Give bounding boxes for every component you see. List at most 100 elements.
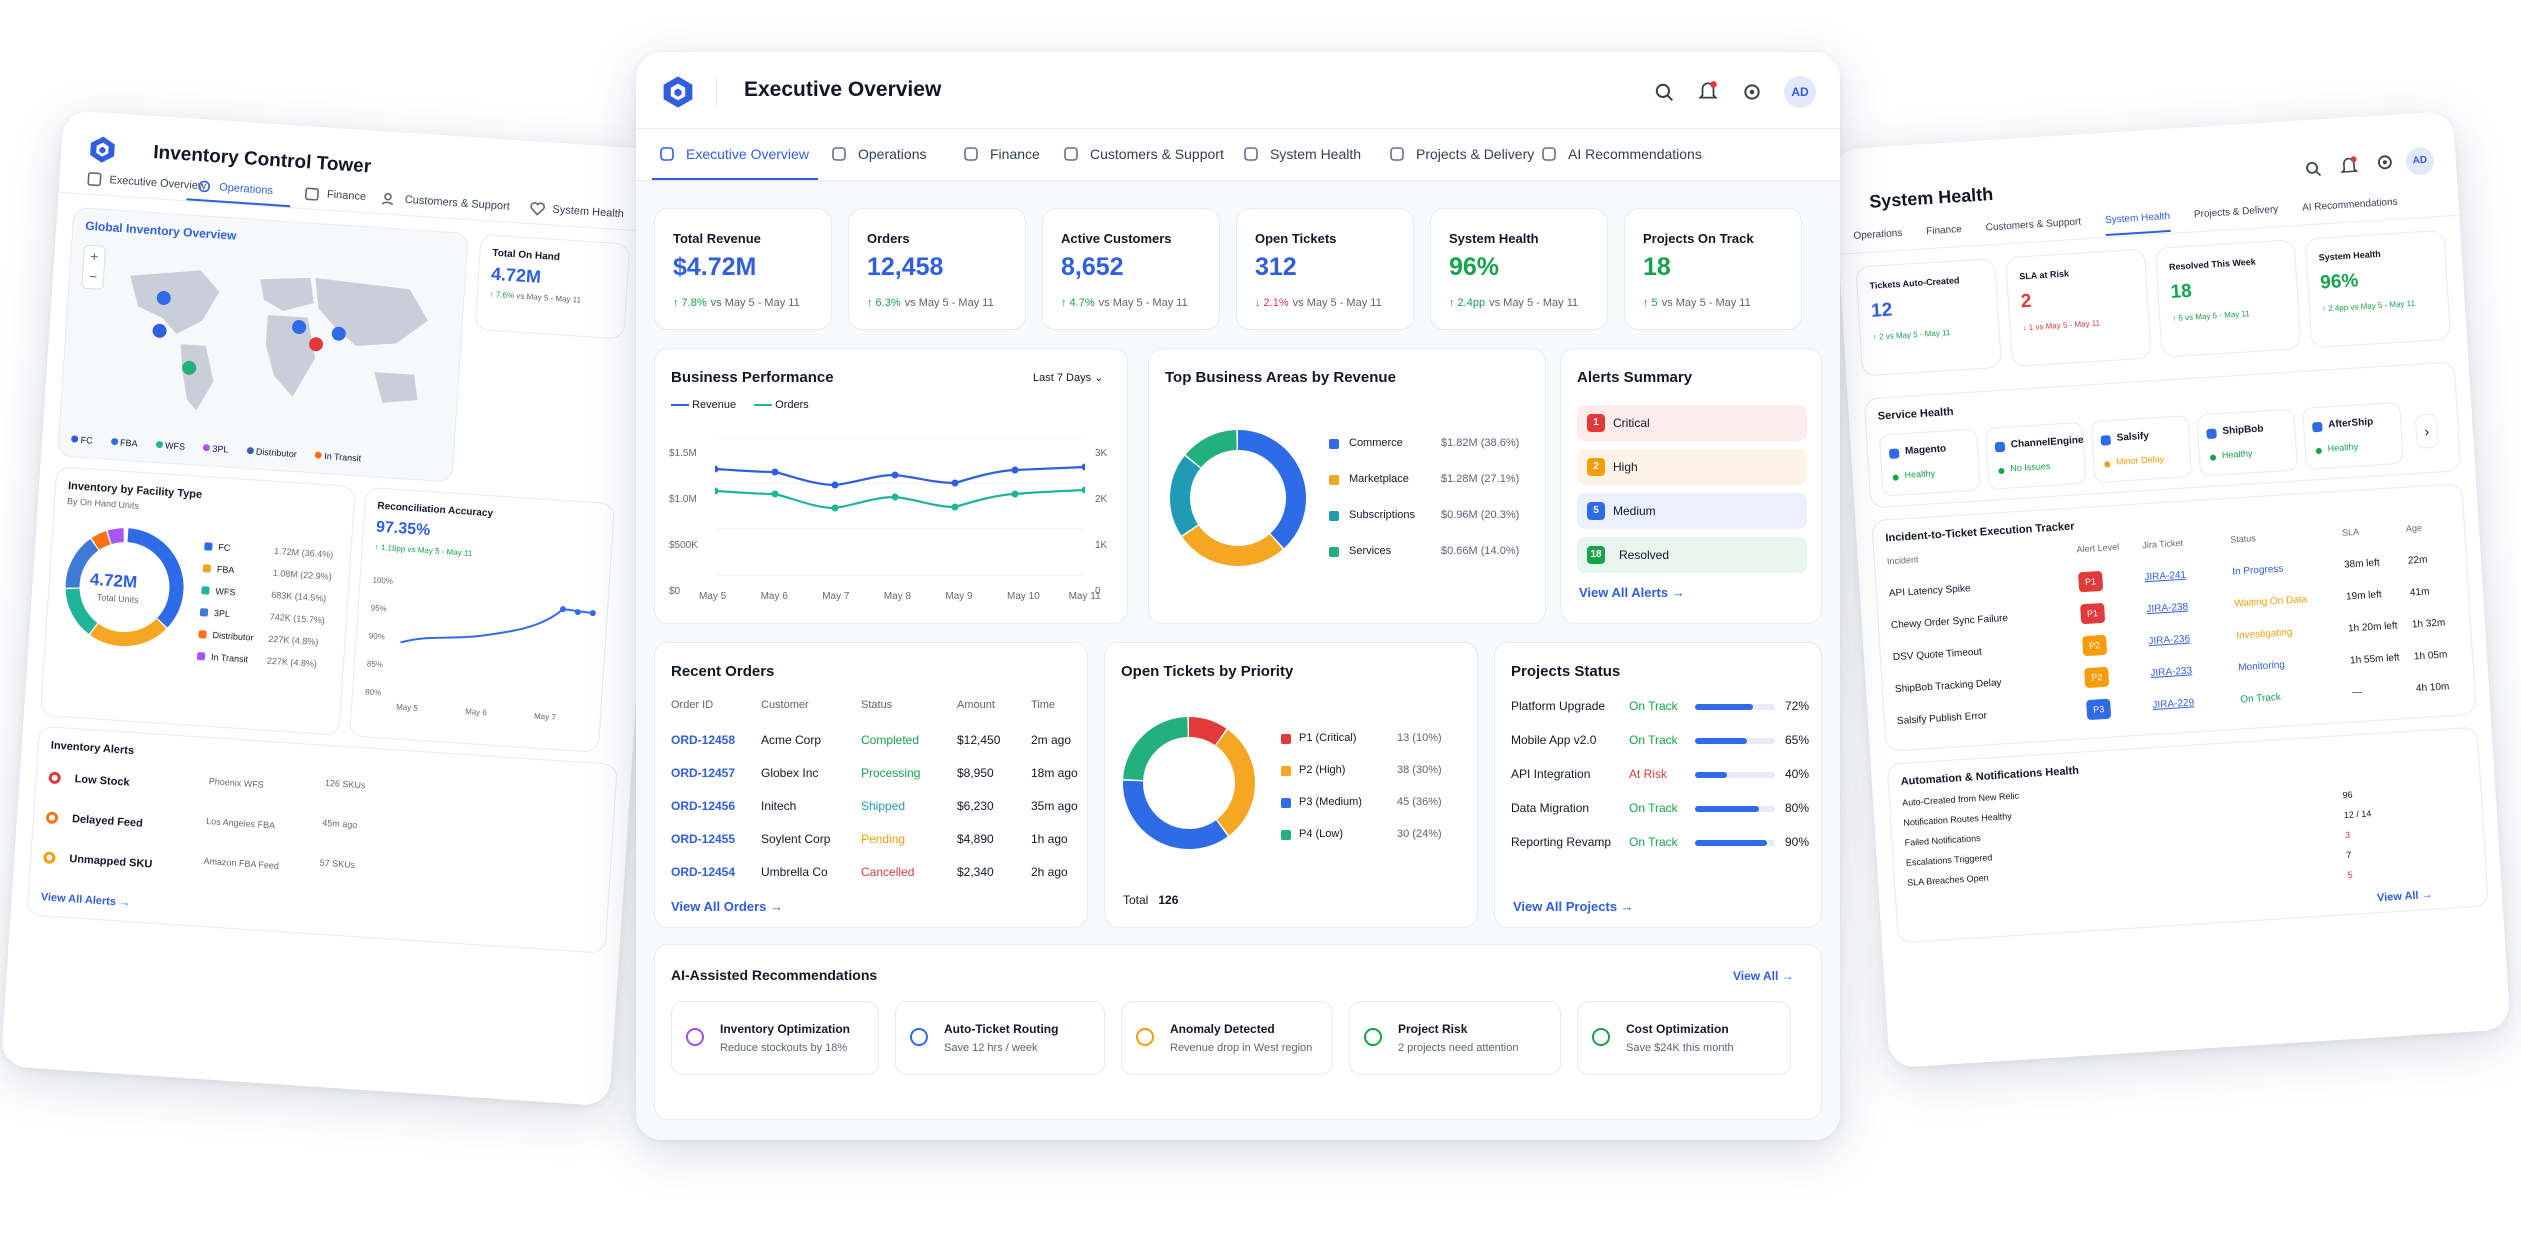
executive-window: Executive Overview AD Executive Overview…	[636, 52, 1840, 1140]
alerts-summary-card: Alerts Summary 1 Critical 2 High 5 Medium 18 Re…	[1560, 348, 1822, 624]
jira-link[interactable]: JIRA-238	[2146, 602, 2188, 616]
table-row[interactable]: ORD-12458 Acme Corp Completed $12,450 2m ago	[671, 733, 1075, 753]
jira-link[interactable]: JIRA-233	[2150, 665, 2192, 679]
view-all-alerts-link[interactable]: View All Alerts →	[1579, 585, 1685, 600]
facility-legend: FC 1.72M (36.4%) FBA 1.08M (22.9%) WFS 683K (…	[196, 541, 345, 669]
tab-ai-recommendations[interactable]: AI Recommendations	[1540, 145, 1702, 163]
alert-summary-row[interactable]: 5 Medium	[1577, 493, 1807, 529]
tab-executive-overview[interactable]: Executive Overview	[658, 145, 809, 163]
tab-finance[interactable]: Finance	[302, 184, 366, 206]
tab-customers-support[interactable]: Customers & Support	[1062, 145, 1224, 163]
areas-donut	[1170, 430, 1306, 566]
service-icon	[2206, 428, 2217, 440]
tab-operations[interactable]: Operations	[1853, 228, 1903, 252]
donut-slice-P1 (Critical)	[1188, 717, 1227, 746]
logo-icon	[660, 74, 696, 110]
project-row[interactable]: Mobile App v2.0 On Track 65%	[1511, 733, 1811, 753]
service-tile[interactable]: ShipBob Healthy	[2196, 408, 2299, 477]
gear-icon[interactable]	[2375, 153, 2394, 177]
donut-slice-In Transit	[107, 528, 125, 545]
donut-slice-P3 (Medium)	[1123, 780, 1228, 849]
service-tile[interactable]: Magento Healthy	[1878, 428, 1981, 497]
ai-recommendation[interactable]: Project Risk 2 projects need attention	[1349, 1001, 1561, 1075]
rec-icon	[1136, 1028, 1154, 1046]
avatar[interactable]: AD	[2405, 146, 2435, 176]
ai-recommendation[interactable]: Inventory Optimization Reduce stockouts b…	[671, 1001, 879, 1075]
service-tile[interactable]: ChannelEngine No Issues	[1984, 421, 2087, 490]
avatar[interactable]: AD	[1784, 76, 1816, 108]
projects-status-card: Projects Status Platform Upgrade On Track…	[1494, 642, 1822, 928]
ai-recommendation[interactable]: Auto-Ticket Routing Save 12 hrs / week	[895, 1001, 1105, 1075]
area-legend-row: Services $0.66M (14.0%)	[1329, 543, 1537, 563]
tab-system-health[interactable]: System Health	[1242, 145, 1361, 163]
order-link[interactable]: ORD-12458	[671, 733, 735, 747]
donut-slice-Commerce	[1237, 430, 1306, 549]
tab-operations[interactable]: Operations	[195, 177, 274, 200]
donut-slice-P4 (Low)	[1123, 717, 1189, 781]
main-tabs: Executive Overview Operations Finance Custo…	[636, 129, 1840, 181]
alert-summary-row[interactable]: 2 High	[1577, 449, 1807, 485]
service-tile[interactable]: Salsify Minor Delay	[2090, 415, 2193, 484]
order-link[interactable]: ORD-12455	[671, 832, 735, 846]
table-row[interactable]: ORD-12457 Globex Inc Processing $8,950 18m a…	[671, 766, 1078, 786]
jira-link[interactable]: JIRA-229	[2152, 697, 2194, 711]
view-all-alerts-link[interactable]: View All Alerts →	[40, 891, 130, 909]
on-hand-value: 4.72M	[490, 263, 542, 287]
project-row[interactable]: Data Migration On Track 80%	[1511, 801, 1811, 821]
alert-summary-row[interactable]: 18 Resolved	[1577, 537, 1807, 573]
order-link[interactable]: ORD-12454	[671, 865, 735, 879]
progress-bar	[1695, 704, 1775, 710]
project-row[interactable]: API Integration At Risk 40%	[1511, 767, 1811, 787]
view-all-recs-link[interactable]: View All →	[1733, 969, 1794, 983]
tab-finance[interactable]: Finance	[1926, 224, 1963, 247]
order-link[interactable]: ORD-12457	[671, 766, 735, 780]
project-row[interactable]: Platform Upgrade On Track 72%	[1511, 699, 1811, 719]
gear-icon[interactable]	[1742, 82, 1762, 107]
tab-executive-overview[interactable]: Executive Overview	[85, 170, 207, 196]
map-card: Global Inventory Overview + − FC FBA WFS…	[57, 206, 469, 483]
next-button[interactable]: ›	[2414, 413, 2439, 449]
alert-pin-icon	[48, 771, 62, 785]
right-kpis: Tickets Auto-Created 12 ↑ 2 vs May 5 - May…	[1855, 229, 2453, 387]
facility-row: WFS 683K (14.5%)	[201, 585, 341, 604]
gear-icon	[832, 147, 846, 161]
project-row[interactable]: Reporting Revamp On Track 90%	[1511, 835, 1811, 855]
search-icon[interactable]	[1654, 82, 1674, 107]
zoom-out-button[interactable]: −	[89, 268, 98, 285]
view-all-projects-link[interactable]: View All Projects →	[1513, 899, 1634, 914]
tab-finance[interactable]: Finance	[962, 145, 1040, 163]
ai-recommendation[interactable]: Anomaly Detected Revenue drop in West reg…	[1121, 1001, 1333, 1075]
tab-customers-support[interactable]: Customers & Support	[380, 189, 510, 216]
bell-icon[interactable]	[2339, 155, 2359, 181]
tab-projects-delivery[interactable]: Projects & Delivery	[1388, 145, 1534, 163]
view-all-orders-link[interactable]: View All Orders →	[671, 899, 783, 914]
donut-slice-FBA	[90, 618, 167, 647]
zoom-in-button[interactable]: +	[90, 248, 99, 265]
recon-yticks: 100% 95% 90% 85% 80%	[364, 575, 394, 698]
view-all-link[interactable]: View All →	[2377, 889, 2433, 904]
tab-system-health[interactable]: System Health	[2104, 210, 2171, 236]
table-row[interactable]: ORD-12454 Umbrella Co Cancelled $2,340 2h ag…	[671, 865, 1075, 885]
ticket-legend-row: P3 (Medium) 45 (36%)	[1281, 795, 1465, 815]
ai-recommendation[interactable]: Cost Optimization Save $24K this month	[1577, 1001, 1791, 1075]
table-row[interactable]: ORD-12455 Soylent Corp Pending $4,890 1h ago	[671, 832, 1075, 852]
service-icon	[2100, 435, 2112, 446]
jira-link[interactable]: JIRA-236	[2148, 633, 2190, 647]
logo-icon	[86, 134, 118, 166]
top-areas-card: Top Business Areas by Revenue Commerce $1…	[1148, 348, 1546, 624]
alert-summary-row[interactable]: 1 Critical	[1577, 405, 1807, 441]
system-health-window: System Health AD Operations Finance Custom…	[1832, 110, 2511, 1069]
bell-icon[interactable]	[1698, 80, 1718, 107]
recent-orders-card: Recent Orders Order ID Customer Status Amou…	[654, 642, 1088, 928]
tab-operations[interactable]: Operations	[830, 145, 926, 163]
right-kpi-card: Tickets Auto-Created 12 ↑ 2 vs May 5 - May…	[1855, 257, 2003, 377]
search-icon[interactable]	[2304, 159, 2323, 183]
service-icon	[1888, 448, 1900, 459]
order-link[interactable]: ORD-12456	[671, 799, 735, 813]
service-tile[interactable]: AfterShip Healthy	[2302, 401, 2404, 470]
jira-link[interactable]: JIRA-241	[2144, 570, 2186, 584]
table-row[interactable]: ORD-12456 Initech Shipped $6,230 35m ago	[671, 799, 1078, 819]
range-select[interactable]: Last 7 Days ⌄	[1025, 365, 1115, 391]
tab-system-health[interactable]: System Health	[528, 199, 625, 223]
page-title: Executive Overview	[744, 78, 942, 101]
